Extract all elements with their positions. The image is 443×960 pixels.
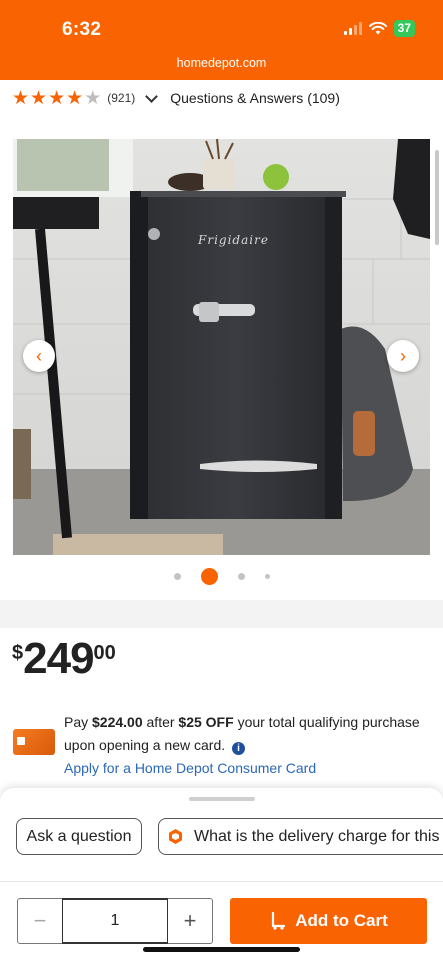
product-image-carousel[interactable]: Frigidaire	[13, 139, 430, 555]
quantity-input[interactable]: 1	[62, 898, 168, 944]
review-count[interactable]: (921)	[107, 91, 135, 105]
hexagon-icon	[169, 829, 182, 844]
star-icon: ★	[12, 87, 30, 109]
star-icon: ★	[66, 87, 84, 109]
carousel-dot[interactable]	[173, 573, 181, 580]
suggested-question-chip[interactable]: What is the delivery charge for this	[158, 818, 443, 855]
home-indicator[interactable]	[143, 947, 300, 952]
ask-question-button[interactable]: Ask a question	[16, 818, 142, 855]
star-empty-icon: ★	[84, 87, 102, 109]
promo-discount: $25 OFF	[178, 714, 234, 730]
carousel-dot[interactable]	[264, 574, 270, 579]
quantity-increase-button[interactable]: +	[168, 899, 212, 943]
sheet-handle[interactable]	[189, 797, 255, 801]
apply-card-link[interactable]: Apply for a Home Depot Consumer Card	[64, 760, 316, 776]
page-scrollbar[interactable]	[435, 150, 439, 245]
price-currency: $	[12, 642, 24, 664]
carousel-next-button[interactable]: ›	[387, 340, 419, 372]
star-rating: ★ ★ ★ ★ ★	[12, 89, 101, 108]
star-icon: ★	[48, 87, 66, 109]
status-time: 6:32	[62, 19, 102, 40]
chevron-right-icon: ›	[400, 345, 406, 366]
credit-card-image	[13, 729, 55, 755]
cart-icon	[272, 912, 286, 930]
browser-header: 6:32 37 homedepot.com	[0, 0, 443, 80]
quantity-decrease-button[interactable]: −	[18, 899, 62, 943]
carousel-indicator[interactable]	[0, 568, 443, 585]
suggested-question-text: What is the delivery charge for this	[194, 827, 440, 845]
carousel-prev-button[interactable]: ‹	[23, 340, 55, 372]
status-icons: 37	[343, 20, 415, 37]
rating-row[interactable]: ★ ★ ★ ★ ★ (921) Questions & Answers (109…	[12, 88, 340, 108]
quantity-stepper[interactable]: − 1 +	[17, 898, 213, 944]
add-to-cart-button[interactable]: Add to Cart	[230, 898, 427, 944]
price-cents: 00	[93, 642, 116, 664]
card-promo: Pay $224.00 after $25 OFF your total qua…	[64, 714, 420, 776]
wifi-icon	[368, 22, 387, 35]
battery-icon: 37	[393, 20, 415, 37]
carousel-dot[interactable]	[237, 573, 245, 580]
svg-text:Frigidaire: Frigidaire	[197, 233, 269, 247]
price-dollars: 249	[23, 634, 94, 683]
product-image: Frigidaire	[13, 139, 430, 555]
info-icon[interactable]: i	[232, 742, 246, 755]
product-price: $ 249 00	[12, 636, 116, 682]
chevron-left-icon: ‹	[36, 345, 42, 366]
section-divider	[0, 600, 443, 628]
star-icon: ★	[30, 87, 48, 109]
sheet-divider	[0, 881, 443, 882]
chevron-down-icon[interactable]	[145, 89, 159, 103]
questions-answers-link[interactable]: Questions & Answers (109)	[170, 90, 340, 106]
url-bar[interactable]: homedepot.com	[0, 56, 443, 70]
promo-sale-price: $224.00	[92, 714, 143, 730]
add-to-cart-label: Add to Cart	[295, 911, 388, 930]
signal-icon	[343, 22, 362, 35]
carousel-dot-active[interactable]	[200, 568, 218, 585]
